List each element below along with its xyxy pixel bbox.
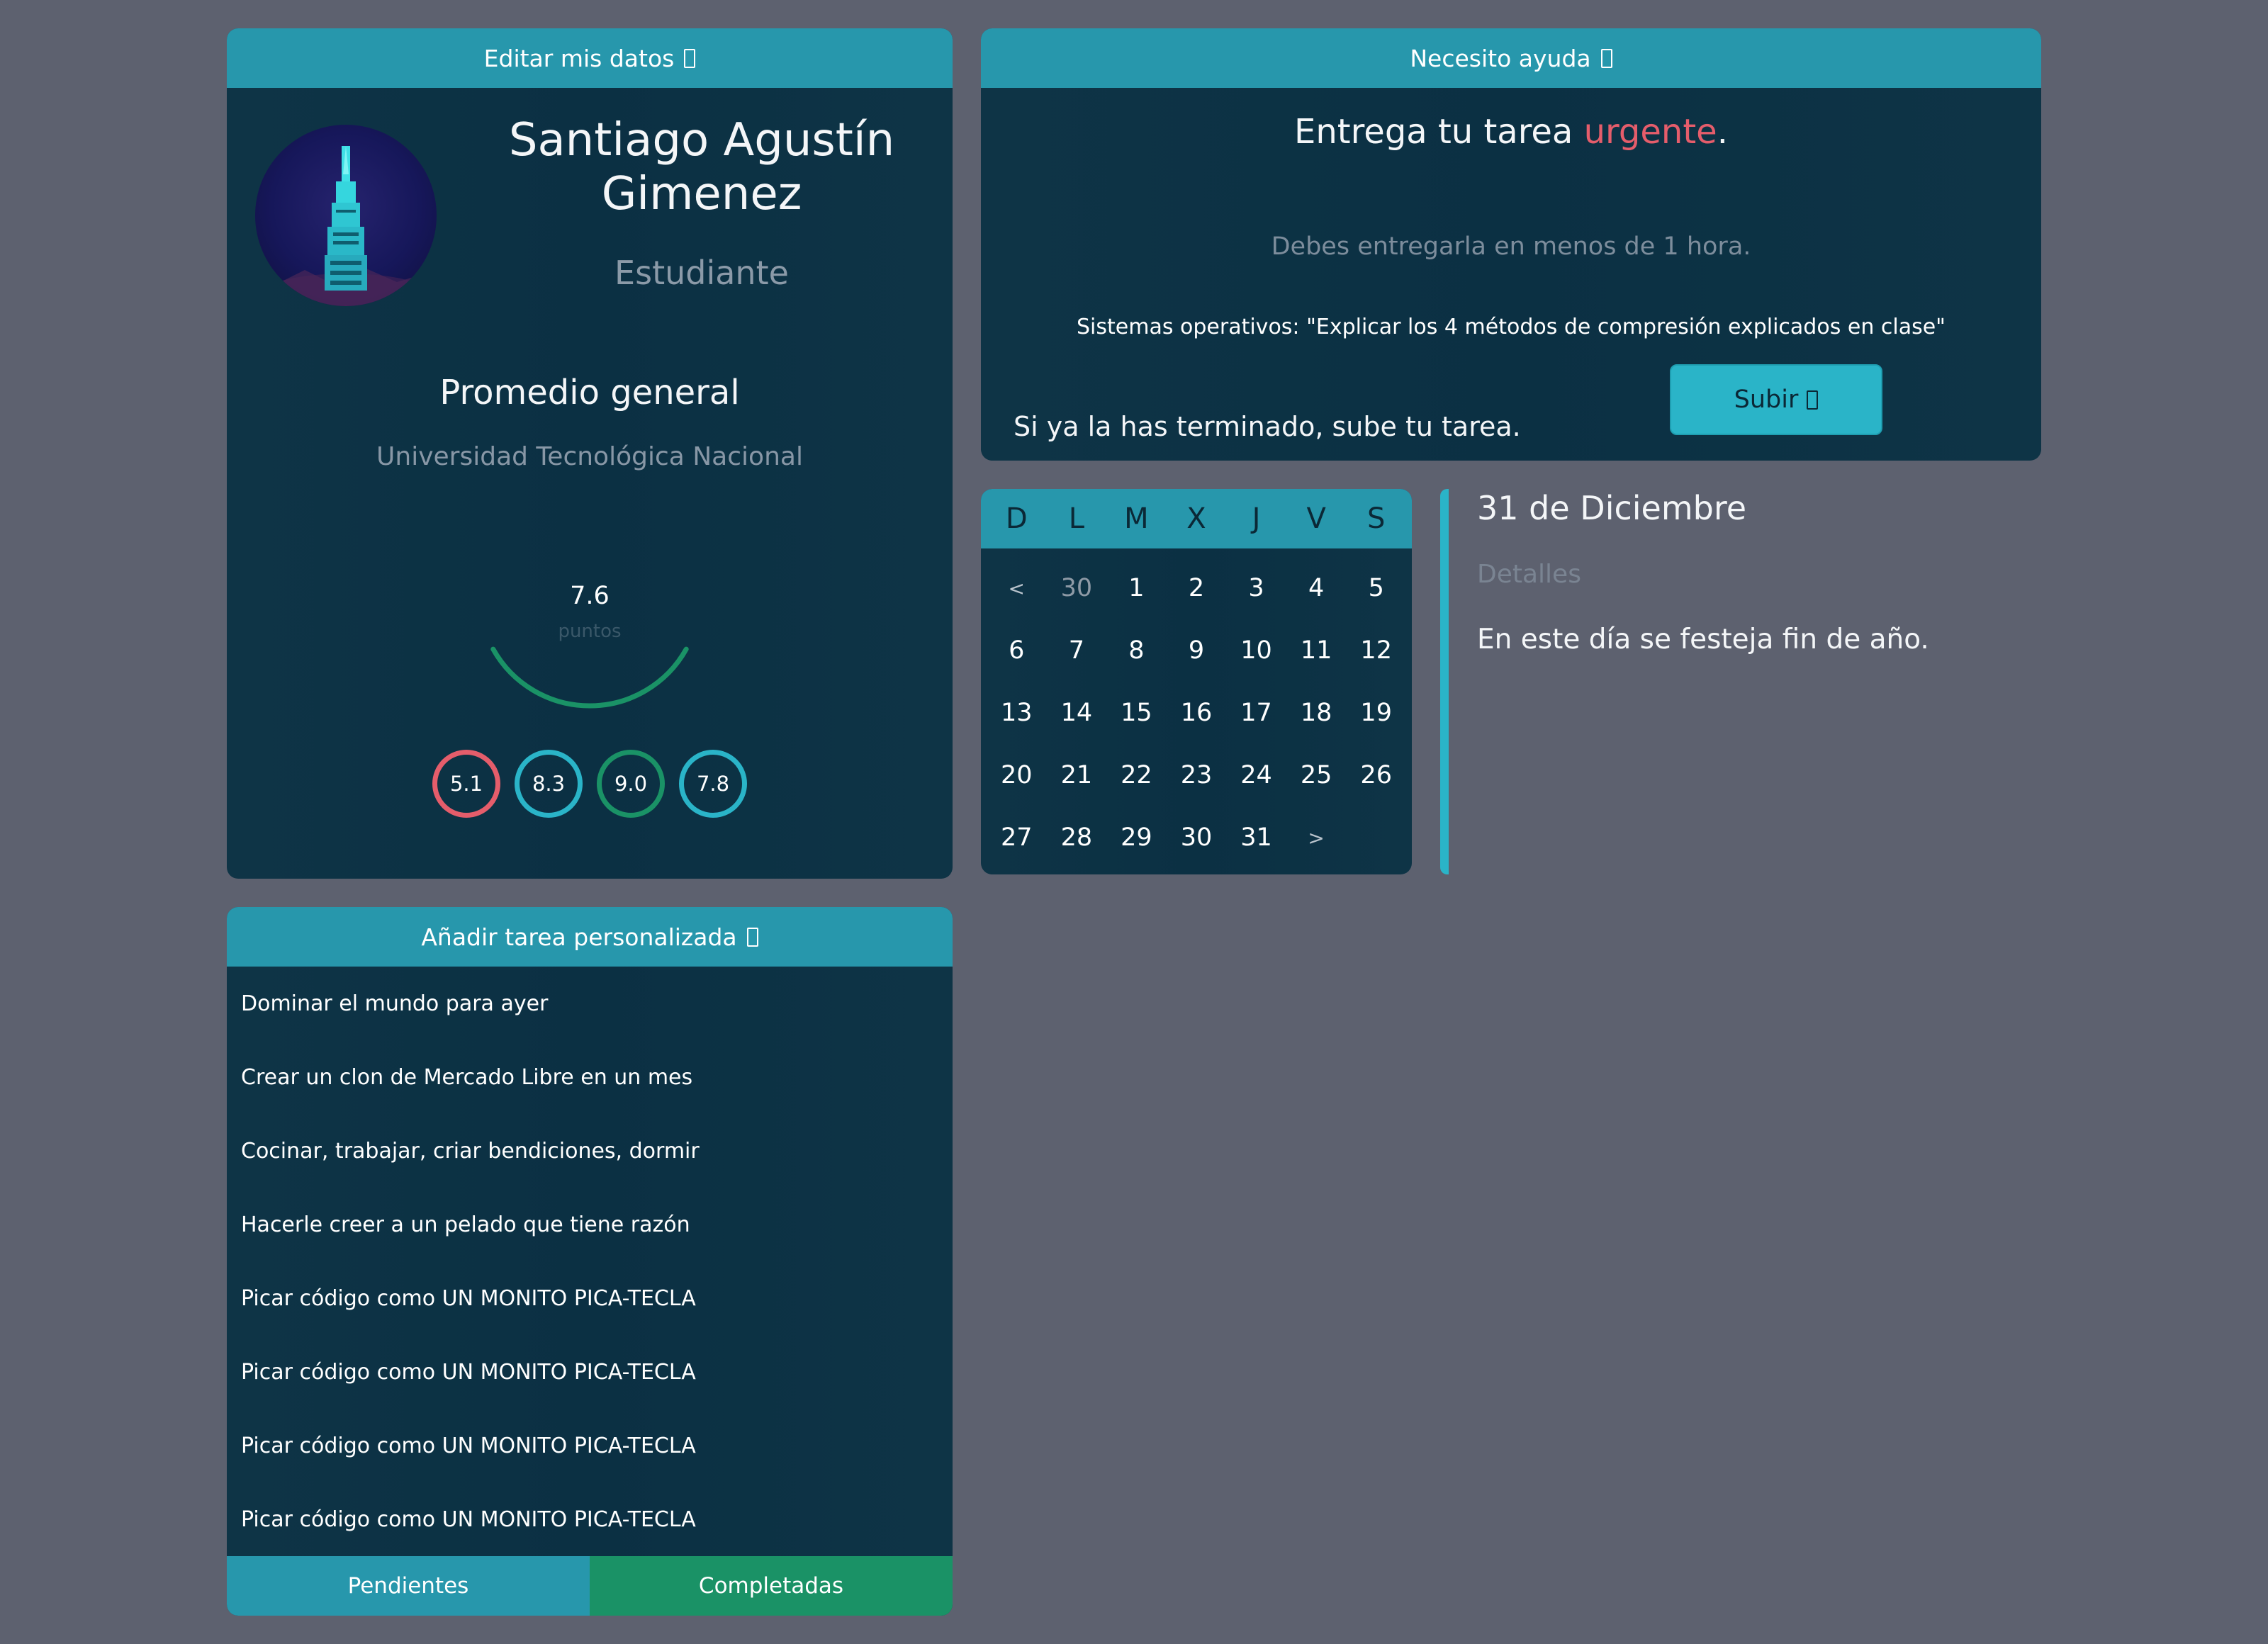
prev-month-button[interactable]: < (987, 557, 1047, 619)
urgent-suffix: . (1717, 112, 1728, 152)
calendar-day[interactable]: 7 (1047, 619, 1107, 682)
weekday-label: L (1068, 502, 1084, 535)
tab-completed[interactable]: Completadas (590, 1556, 953, 1616)
urgent-prefix: Entrega tu tarea (1294, 112, 1584, 152)
student-role: Estudiante (614, 254, 789, 292)
average-gauge: 7.6 puntos (490, 582, 689, 709)
help-icon (1600, 48, 1612, 68)
calendar-day[interactable]: 26 (1346, 744, 1406, 806)
deadline-text: Debes entregarla en menos de 1 hora. (1271, 232, 1751, 261)
day-title: 31 de Diciembre (1477, 489, 1747, 527)
calendar-day[interactable]: 1 (1106, 557, 1167, 619)
upload-icon (1807, 390, 1819, 410)
task-item[interactable]: Hacerle creer a un pelado que tiene razó… (227, 1188, 953, 1261)
task-item[interactable]: Cocinar, trabajar, criar bendiciones, do… (227, 1114, 953, 1188)
calendar-day[interactable]: 2 (1167, 557, 1227, 619)
calendar: DLMXJVS <30 1 2 3 4 5 6 7 8 9 10 11 12 13 14 15 16 17 18 19… (981, 489, 1412, 874)
average-title: Promedio general (439, 373, 740, 412)
help-header-label: Necesito ayuda (1410, 44, 1591, 72)
day-subtitle: Detalles (1477, 560, 1581, 589)
urgent-task-description: Sistemas operativos: "Explicar los 4 mét… (1077, 315, 1946, 339)
calendar-day[interactable]: 31 (1226, 806, 1286, 869)
profile-card: Editar mis datos Santiago Agustín Gimene… (227, 28, 953, 879)
task-item[interactable]: Dominar el mundo para ayer (227, 967, 953, 1040)
weekday-label: V (1306, 502, 1326, 535)
calendar-day[interactable]: 23 (1167, 744, 1227, 806)
grade-ring: 9.0 (597, 750, 665, 818)
calendar-day[interactable]: 30 (1047, 557, 1107, 619)
weekday-label: X (1186, 502, 1206, 535)
calendar-day[interactable]: 30 (1167, 806, 1227, 869)
upload-prompt: Si ya la has terminado, sube tu tarea. (1014, 411, 1521, 442)
calendar-day[interactable]: 20 (987, 744, 1047, 806)
calendar-day[interactable]: 8 (1106, 619, 1167, 682)
calendar-day[interactable]: 24 (1226, 744, 1286, 806)
calendar-day[interactable]: 14 (1047, 682, 1107, 744)
calendar-day[interactable]: 9 (1167, 619, 1227, 682)
calendar-day[interactable]: 11 (1286, 619, 1347, 682)
calendar-day[interactable]: 15 (1106, 682, 1167, 744)
calendar-day[interactable]: 19 (1346, 682, 1406, 744)
add-icon (746, 927, 758, 947)
task-item[interactable]: Picar código como UN MONITO PICA-TECLA (227, 1482, 953, 1556)
tower-image (255, 146, 437, 306)
edit-profile-label: Editar mis datos (483, 44, 675, 72)
calendar-day[interactable]: 21 (1047, 744, 1107, 806)
average-value: 7.6 (570, 582, 610, 610)
weekday-label: M (1124, 502, 1149, 535)
upload-button-label: Subir (1734, 385, 1799, 414)
calendar-day[interactable]: 25 (1286, 744, 1347, 806)
next-month-button[interactable]: > (1286, 806, 1347, 869)
average-unit: puntos (558, 621, 621, 642)
tasks-card: Añadir tarea personalizada Dominar el mu… (227, 907, 953, 1616)
calendar-day[interactable]: 10 (1226, 619, 1286, 682)
grade-ring: 7.8 (679, 750, 747, 818)
calendar-day[interactable]: 5 (1346, 557, 1406, 619)
calendar-day[interactable]: 16 (1167, 682, 1227, 744)
task-item[interactable]: Picar código como UN MONITO PICA-TECLA (227, 1335, 953, 1409)
calendar-day[interactable]: 17 (1226, 682, 1286, 744)
urgent-message: Entrega tu tarea urgente. (981, 112, 2041, 152)
urgent-word: urgente (1583, 112, 1717, 152)
calendar-day[interactable]: 27 (987, 806, 1047, 869)
help-header[interactable]: Necesito ayuda (981, 28, 2041, 88)
calendar-day[interactable]: 29 (1106, 806, 1167, 869)
calendar-day[interactable]: 13 (987, 682, 1047, 744)
day-detail: 31 de Diciembre Detalles En este día se … (1440, 489, 2041, 874)
calendar-weekdays: DLMXJVS (981, 489, 1412, 548)
weekday-label: D (1005, 502, 1028, 535)
calendar-day[interactable]: 28 (1047, 806, 1107, 869)
task-item[interactable]: Picar código como UN MONITO PICA-TECLA (227, 1261, 953, 1335)
grade-rings: 5.1 8.3 9.0 7.8 (227, 750, 953, 818)
weekday-label: J (1252, 502, 1261, 535)
grade-ring: 5.1 (432, 750, 500, 818)
tab-pending[interactable]: Pendientes (227, 1556, 590, 1616)
university-name: Universidad Tecnológica Nacional (376, 442, 803, 471)
calendar-day[interactable]: 6 (987, 619, 1047, 682)
day-detail-accent-bar (1440, 489, 1449, 874)
day-description: En este día se festeja fin de año. (1477, 624, 1929, 655)
edit-profile-header[interactable]: Editar mis datos (227, 28, 953, 88)
add-task-label: Añadir tarea personalizada (421, 923, 737, 951)
task-item[interactable]: Crear un clon de Mercado Libre en un mes (227, 1040, 953, 1114)
calendar-day[interactable]: 4 (1286, 557, 1347, 619)
help-card: Necesito ayuda Entrega tu tarea urgente.… (981, 28, 2041, 461)
grade-ring: 8.3 (515, 750, 583, 818)
calendar-day[interactable]: 3 (1226, 557, 1286, 619)
weekday-label: S (1367, 502, 1386, 535)
add-task-header[interactable]: Añadir tarea personalizada (227, 907, 953, 967)
calendar-days: <30 1 2 3 4 5 6 7 8 9 10 11 12 13 14 15 16 17 18 19 20 21 22 23… (981, 548, 1412, 869)
calendar-day[interactable]: 18 (1286, 682, 1347, 744)
task-list: Dominar el mundo para ayer Crear un clon … (227, 967, 953, 1556)
upload-button[interactable]: Subir (1670, 364, 1882, 435)
task-tabs: Pendientes Completadas (227, 1556, 953, 1616)
avatar[interactable] (255, 125, 437, 306)
calendar-day[interactable]: 12 (1346, 619, 1406, 682)
student-name: Santiago Agustín Gimenez (508, 114, 895, 220)
task-item[interactable]: Picar código como UN MONITO PICA-TECLA (227, 1409, 953, 1482)
edit-icon (684, 48, 696, 68)
calendar-day[interactable]: 22 (1106, 744, 1167, 806)
gauge-arc (490, 646, 689, 709)
